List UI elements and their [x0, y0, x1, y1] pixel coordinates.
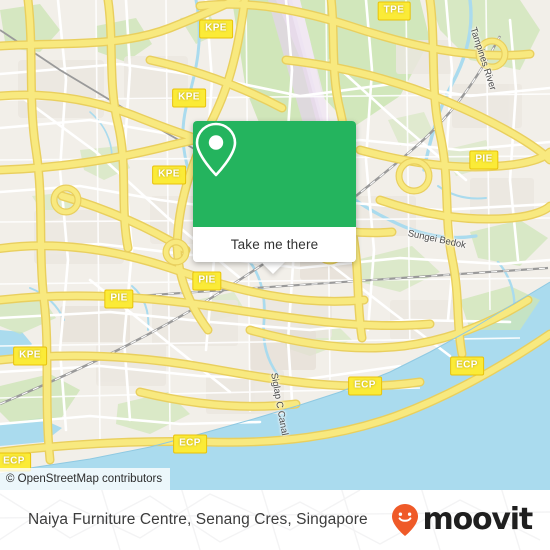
osm-attribution[interactable]: © OpenStreetMap contributors — [0, 468, 171, 490]
osm-attribution-text: © OpenStreetMap contributors — [6, 473, 163, 485]
moovit-logo[interactable]: moovit — [390, 502, 534, 537]
highway-shield-ecp: ECP — [348, 376, 382, 396]
highway-shield-kpe: KPE — [152, 165, 186, 185]
map-pin-icon — [195, 122, 237, 177]
highway-shield-ecp: ECP — [173, 434, 207, 454]
highway-shield-pie: PIE — [469, 150, 499, 170]
highway-shield-ecp: ECP — [450, 356, 484, 376]
footer-bar: Naiya Furniture Centre, Senang Cres, Sin… — [0, 490, 550, 550]
info-card-pointer — [260, 261, 286, 274]
place-title: Naiya Furniture Centre, Senang Cres, Sin… — [28, 511, 368, 528]
take-me-there-label: Take me there — [230, 237, 319, 252]
highway-shield-pie: PIE — [104, 289, 134, 309]
map-canvas[interactable]: KPE TPE KPE KPE PIE PIE PIE KPE ECP ECP ECP ECP Tam… — [0, 0, 550, 490]
highway-shield-kpe: KPE — [13, 346, 47, 366]
highway-shield-kpe: KPE — [172, 88, 206, 108]
moovit-pin-smiley-icon — [391, 504, 418, 536]
moovit-map-page: KPE TPE KPE KPE PIE PIE PIE KPE ECP ECP ECP ECP Tam… — [0, 0, 550, 550]
take-me-there-button[interactable]: Take me there — [193, 227, 356, 262]
moovit-wordmark: moovit — [422, 502, 534, 537]
highway-shield-tpe: TPE — [377, 1, 411, 21]
info-card-header — [193, 121, 356, 227]
info-card[interactable]: Take me there — [193, 121, 356, 262]
highway-shield-kpe: KPE — [199, 19, 233, 39]
highway-shield-pie: PIE — [192, 271, 222, 291]
